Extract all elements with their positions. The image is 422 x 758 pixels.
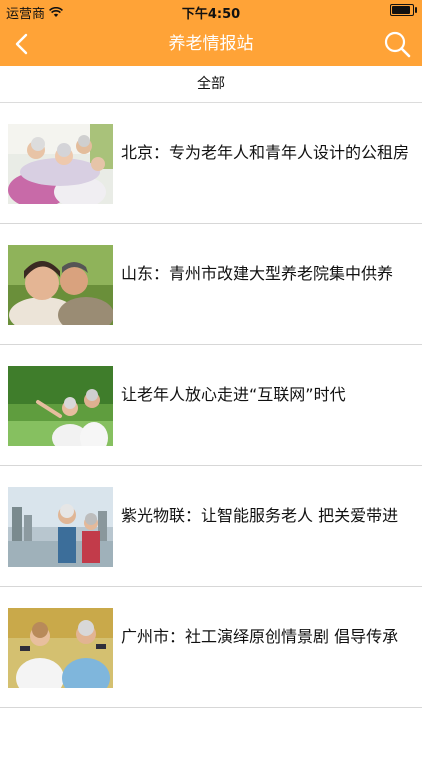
status-bar: 运营商 下午4:50: [0, 0, 422, 22]
news-item[interactable]: 广州市：社工演绎原创情景剧 倡导传承: [0, 587, 422, 708]
battery-fill: [392, 6, 410, 14]
news-thumbnail: [8, 366, 113, 446]
battery-icon: [390, 4, 417, 16]
news-item[interactable]: 北京：专为老年人和青年人设计的公租房: [0, 103, 422, 224]
news-item[interactable]: 让老年人放心走进“互联网”时代: [0, 345, 422, 466]
news-title: 让老年人放心走进“互联网”时代: [121, 385, 346, 404]
news-thumbnail: [8, 487, 113, 567]
status-right: [390, 4, 417, 16]
category-tab-all[interactable]: 全部: [0, 66, 422, 102]
news-item[interactable]: [0, 708, 422, 758]
category-bar: 全部: [0, 66, 422, 103]
news-title: 紫光物联：让智能服务老人 把关爱带进: [121, 506, 399, 525]
news-title: 广州市：社工演绎原创情景剧 倡导传承: [121, 627, 399, 646]
news-thumbnail: [8, 124, 113, 204]
nav-bar: 养老情报站: [0, 22, 422, 66]
news-thumbnail: [8, 245, 113, 325]
page-title: 养老情报站: [168, 34, 254, 54]
news-title: 山东：青州市改建大型养老院集中供养: [121, 264, 394, 283]
news-thumbnail: [8, 608, 113, 688]
status-time: 下午4:50: [181, 7, 241, 22]
news-item[interactable]: 紫光物联：让智能服务老人 把关爱带进: [0, 466, 422, 587]
news-title: 北京：专为老年人和青年人设计的公租房: [121, 143, 410, 162]
news-list: 北京：专为老年人和青年人设计的公租房 山东：青州市改建大型养老院集中供养 让老年…: [0, 103, 422, 758]
search-icon[interactable]: [382, 29, 412, 59]
news-item[interactable]: 山东：青州市改建大型养老院集中供养: [0, 224, 422, 345]
